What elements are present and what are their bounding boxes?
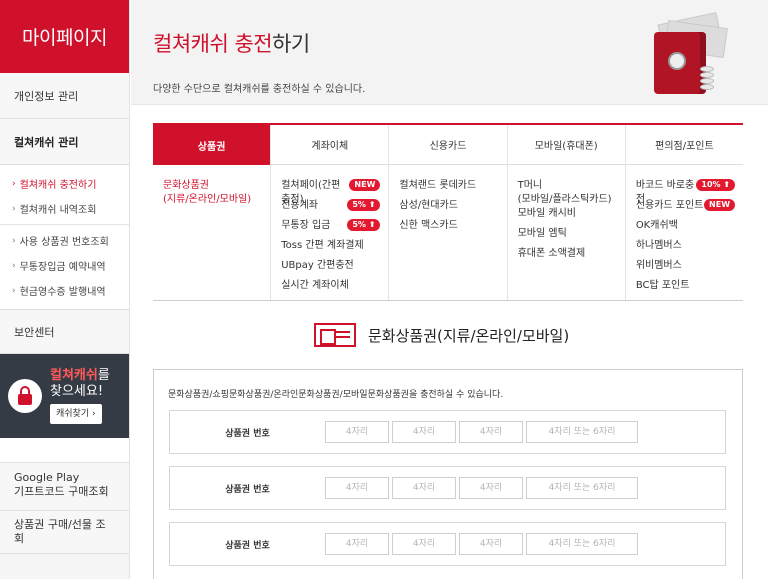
sidebar-subitem-deposit[interactable]: › 무통장입금 예약내역 [0,253,129,278]
tab-item-mtic[interactable]: 모바일 엠틱 [518,227,625,247]
section-title: 문화상품권(지류/온라인/모바일) [314,323,569,347]
main-content: 컬쳐캐쉬 충전하기 다양한 수단으로 컬쳐캐쉬를 충전하실 수 있습니다. 상품… [131,0,768,579]
safe-money-illustration [646,12,728,94]
tab-mobile: 모바일(휴대폰) T머니 (모바일/플라스틱카드) 모바일 캐시비 모바일 엠틱… [507,125,626,300]
bonus-badge: 5% ⬆ [347,219,381,231]
sidebar-subitem-used-voucher[interactable]: › 사용 상품권 번호조회 [0,228,129,253]
sidebar: 마이페이지 개인정보 관리 컬쳐캐쉬 관리 › 컬쳐캐쉬 충전하기 › 컬쳐캐쉬 내… [0,0,130,579]
tab-item-samsung-hyundai[interactable]: 삼성/현대카드 [399,199,506,219]
voucher-number-label: 상품권 번호 [225,428,270,439]
bonus-badge: 5% ⬆ [347,199,381,211]
voucher-part3-input[interactable] [459,533,523,555]
voucher-part1-input[interactable] [325,477,389,499]
voucher-part2-input[interactable] [392,421,456,443]
ticket-icon [314,323,356,347]
tab-item-tmoney[interactable]: T머니 (모바일/플라스틱카드) [518,179,625,207]
page-description: 다양한 수단으로 컬쳐캐쉬를 충전하실 수 있습니다. [153,84,366,95]
voucher-purchase-lookup[interactable]: 상품권 구매/선물 조회 [0,510,129,554]
sidebar-title[interactable]: 마이페이지 [0,0,129,73]
page-title: 컬쳐캐쉬 충전하기 [153,32,310,56]
voucher-row: 상품권 번호 [169,466,726,510]
form-description: 문화상품권/쇼핑문화상품권/온라인문화상품권/모바일문화상품권을 충전하실 수 … [168,390,504,400]
voucher-part2-input[interactable] [392,477,456,499]
tab-credit-card: 신용카드 컬쳐랜드 롯데카드 삼성/현대카드 신한 맥스카드 [389,125,508,300]
tab-item-card-point[interactable]: 신용카드 포인트 NEW [636,199,743,219]
tab-item-hana-members[interactable]: 하나멤버스 [636,239,743,259]
tab-item-shinhan-max[interactable]: 신한 맥스카드 [399,219,506,239]
chevron-right-icon: › [12,203,16,214]
tab-item-bc-top-point[interactable]: BC탑 포인트 [636,279,743,299]
sidebar-item-culture-cash[interactable]: 컬쳐캐쉬 관리 [0,119,129,165]
find-cash-button[interactable]: 캐쉬찾기 › [50,404,102,424]
voucher-part3-input[interactable] [459,477,523,499]
tab-bank-transfer-header[interactable]: 계좌이체 [271,125,389,165]
voucher-number-label: 상품권 번호 [225,540,270,551]
voucher-row: 상품권 번호 [169,522,726,566]
new-badge: NEW [704,199,736,211]
tab-convenience-point: 편의점/포인트 바코드 바로충전 10% ⬆ 신용카드 포인트 NEW OK캐쉬백 … [625,125,744,300]
tab-item-ok-cashbag[interactable]: OK캐쉬백 [636,219,743,239]
tab-item-lotte-card[interactable]: 컬쳐랜드 롯데카드 [399,179,506,199]
tab-item-phone-billing[interactable]: 휴대폰 소액결제 [518,247,625,267]
voucher-part1-input[interactable] [325,421,389,443]
page-header: 컬쳐캐쉬 충전하기 다양한 수단으로 컬쳐캐쉬를 충전하실 수 있습니다. [131,0,768,105]
sidebar-subitem-receipt[interactable]: › 현금영수증 발행내역 [0,278,129,303]
chevron-right-icon: › [12,260,16,271]
tab-item-cashbee[interactable]: 모바일 캐시비 [518,207,625,227]
sidebar-item-security[interactable]: 보안센터 [0,310,129,354]
tab-voucher: 상품권 문화상품권 (지류/온라인/모바일) [153,125,272,300]
tab-convenience-point-header[interactable]: 편의점/포인트 [625,125,744,165]
tab-item-culturepay[interactable]: 컬쳐페이(간편충전) NEW [281,179,388,205]
voucher-part1-input[interactable] [325,533,389,555]
sidebar-item-personal-info[interactable]: 개인정보 관리 [0,73,129,119]
voucher-part2-input[interactable] [392,533,456,555]
tab-mobile-header[interactable]: 모바일(휴대폰) [507,125,625,165]
voucher-part4-input[interactable] [526,533,638,555]
tab-credit-card-header[interactable]: 신용카드 [389,125,507,165]
voucher-part3-input[interactable] [459,421,523,443]
tab-item-toss[interactable]: Toss 간편 계좌결제 [281,239,388,259]
divider [0,224,129,225]
chevron-right-icon: › [12,285,16,296]
chevron-right-icon: › [12,178,16,189]
chevron-right-icon: › [12,235,16,246]
tab-item-bank-deposit[interactable]: 무통장 입금 5% ⬆ [281,219,388,239]
tab-bank-transfer: 계좌이체 컬쳐페이(간편충전) NEW 전용계좌 5% ⬆ 무통장 입금 5% ⬆ T… [271,125,390,300]
tab-item-realtime-transfer[interactable]: 실시간 계좌이체 [281,279,388,299]
charge-method-tabs: 상품권 문화상품권 (지류/온라인/모바일) 계좌이체 컬쳐페이(간편충전) NE… [153,123,744,301]
new-badge: NEW [349,179,381,191]
banner-text: 컬쳐캐쉬를 찾으세요! 캐쉬찾기 › [50,368,110,424]
voucher-part4-input[interactable] [526,477,638,499]
tab-item-ubpay[interactable]: UBpay 간편충전 [281,259,388,279]
bonus-badge: 10% ⬆ [696,179,736,191]
voucher-form: 문화상품권/쇼핑문화상품권/온라인문화상품권/모바일문화상품권을 충전하실 수 … [153,369,743,579]
sidebar-subitem-history[interactable]: › 컬쳐캐쉬 내역조회 [0,196,129,221]
google-play-lookup[interactable]: Google Play 기프트코드 구매조회 [0,462,129,510]
tab-item-wibee-members[interactable]: 위비멤버스 [636,259,743,279]
voucher-number-label: 상품권 번호 [225,484,270,495]
tab-voucher-header[interactable]: 상품권 [153,125,271,165]
voucher-part4-input[interactable] [526,421,638,443]
lock-icon [8,379,42,413]
sidebar-subitem-charge[interactable]: › 컬쳐캐쉬 충전하기 [0,171,129,196]
tab-item-barcode[interactable]: 바코드 바로충전 10% ⬆ [636,179,743,205]
sidebar-submenu: › 컬쳐캐쉬 충전하기 › 컬쳐캐쉬 내역조회 › 사용 상품권 번호조회 › 무통장입… [0,165,129,310]
voucher-row: 상품권 번호 [169,410,726,454]
find-cash-banner[interactable]: 컬쳐캐쉬를 찾으세요! 캐쉬찾기 › [0,354,129,438]
tab-item-culture-voucher[interactable]: 문화상품권 (지류/온라인/모바일) [163,179,270,207]
